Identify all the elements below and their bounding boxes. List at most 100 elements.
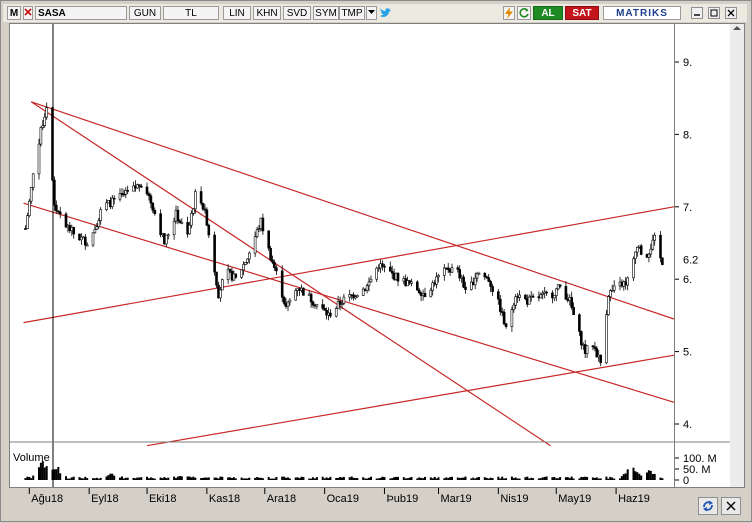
price-tick-label: 4. <box>683 419 692 431</box>
refresh-icon[interactable] <box>517 6 531 20</box>
candle <box>329 309 332 318</box>
volume-bar <box>24 478 27 480</box>
close-icon[interactable] <box>725 7 737 19</box>
volume-bar <box>38 467 40 480</box>
trendline-1 <box>31 101 675 320</box>
candle <box>483 271 487 280</box>
volume-bar <box>207 477 210 480</box>
candle <box>415 280 419 291</box>
volume-tick-label: 0 <box>683 475 689 487</box>
volume-bar <box>65 476 67 480</box>
x-tick-label: May19 <box>558 493 591 505</box>
candle <box>311 300 315 309</box>
volume-bar <box>449 477 452 480</box>
candle <box>531 293 535 298</box>
x-tick-label: Nis19 <box>500 493 528 505</box>
chart-close-button[interactable] <box>721 497 741 515</box>
sync-button[interactable] <box>698 497 718 515</box>
volume-bar <box>213 477 216 480</box>
lightning-icon[interactable] <box>503 6 515 20</box>
buy-button[interactable]: AL <box>533 6 563 20</box>
candle <box>167 233 170 240</box>
volume-bar <box>649 470 652 480</box>
candle <box>267 230 271 251</box>
volume-bar <box>543 476 546 480</box>
sym-button[interactable]: SYM <box>313 6 339 20</box>
volume-bar <box>302 477 305 480</box>
volume-bar <box>271 478 274 480</box>
volume-bar <box>568 478 571 480</box>
volume-bar <box>45 466 48 480</box>
volume-bar <box>93 478 96 480</box>
candle <box>607 295 610 316</box>
volume-bar <box>377 478 380 480</box>
last-price-label: 6.2 <box>683 255 698 267</box>
volume-bar <box>354 478 357 480</box>
candle <box>315 304 319 310</box>
volume-bar <box>72 476 75 480</box>
volume-bar <box>460 477 463 480</box>
volume-label: Volume <box>13 452 50 464</box>
volume-bar <box>348 477 351 480</box>
symbol-field[interactable]: SASA <box>35 6 127 20</box>
volume-bar <box>163 477 166 480</box>
candles <box>24 102 664 367</box>
minimize-icon[interactable] <box>691 7 703 19</box>
restore-icon[interactable] <box>708 7 720 19</box>
scale-button[interactable]: LIN <box>223 6 251 20</box>
volume-bar <box>505 478 508 480</box>
candle <box>165 234 168 248</box>
trendline-4 <box>23 206 675 324</box>
volume-bar <box>86 478 89 480</box>
volume-bar <box>321 476 324 480</box>
tmp-button[interactable]: TMP <box>339 6 365 20</box>
volume-bar <box>530 477 533 480</box>
volume-bar <box>501 476 504 480</box>
price-axis: 9. 8. 7. 6. 5. 4. 6.2 <box>674 57 698 431</box>
volume-bar <box>217 478 220 480</box>
x-tick-label: Haz19 <box>618 493 650 505</box>
volume-bar <box>487 478 490 480</box>
volume-bar <box>593 477 596 480</box>
dropdown-arrow-icon[interactable] <box>366 6 377 20</box>
volume-bar <box>483 477 486 480</box>
chart-area[interactable]: 9. 8. 7. 6. 5. 4. 6.2 Volume 100. M 50. M0 <box>9 23 745 488</box>
twitter-bird-icon[interactable] <box>379 6 393 20</box>
volume-bar <box>325 477 328 480</box>
volume-bar <box>607 478 610 480</box>
candle <box>151 202 155 214</box>
volume-bar <box>99 477 102 480</box>
vertical-scrollbar[interactable] <box>730 24 744 487</box>
candle <box>626 276 630 291</box>
volume-bar <box>524 477 527 480</box>
volume-bar <box>395 476 397 480</box>
volume-bar <box>541 477 544 480</box>
volume-bar <box>55 469 58 480</box>
close-symbol-icon[interactable] <box>23 6 33 20</box>
volume-bar <box>204 477 206 480</box>
volume-bar <box>424 476 426 480</box>
volume-bar <box>78 477 81 480</box>
volume-bar <box>68 478 71 480</box>
candle <box>369 275 373 283</box>
currency-button[interactable]: TL <box>163 6 219 20</box>
candlestick-chart[interactable]: 9. 8. 7. 6. 5. 4. 6.2 Volume 100. M50. M0 <box>10 24 744 487</box>
khn-button[interactable]: KHN <box>253 6 281 20</box>
volume-bar <box>624 473 627 480</box>
candle <box>419 291 423 302</box>
svd-button[interactable]: SVD <box>283 6 311 20</box>
volume-bar <box>231 478 233 480</box>
volume-bar <box>578 478 581 480</box>
period-button[interactable]: GUN <box>129 6 161 20</box>
matriks-m-button[interactable]: M <box>7 6 21 20</box>
volume-bar <box>564 477 567 480</box>
volume-bar <box>408 477 411 480</box>
volume-bar <box>435 478 438 480</box>
volume-bar <box>70 477 73 480</box>
candle <box>27 198 31 218</box>
volume-bar <box>136 477 139 480</box>
sell-button[interactable]: SAT <box>565 6 599 20</box>
volume-bar <box>634 471 637 480</box>
volume-bar <box>526 476 529 480</box>
candle <box>564 281 568 300</box>
